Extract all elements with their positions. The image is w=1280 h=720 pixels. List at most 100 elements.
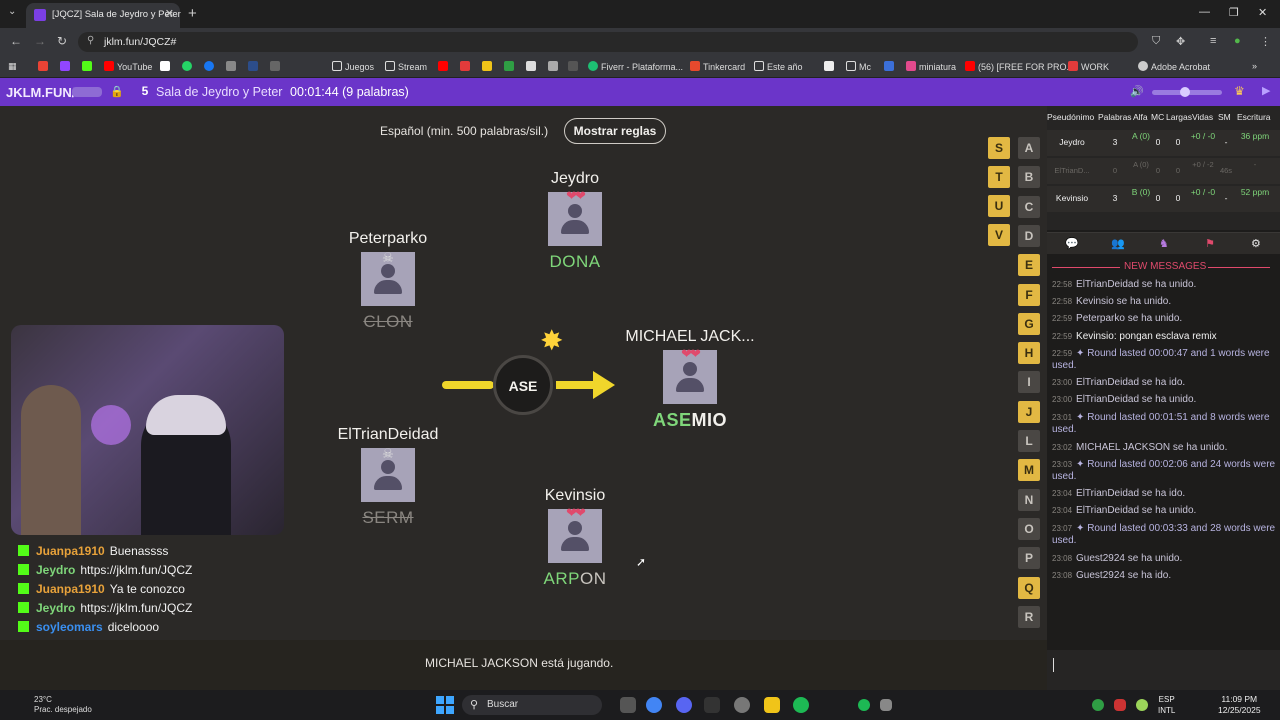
chat-text: Ya te conozco [109, 582, 185, 596]
bookmark-misc3[interactable] [270, 61, 283, 72]
x-icon [160, 61, 170, 71]
close-tab-icon[interactable]: ✕ [165, 7, 174, 20]
bookmark-youtube[interactable]: YouTube [104, 61, 152, 72]
browser-tab-active[interactable]: [JQCZ] Sala de Jeydro y Peter ✕ [26, 3, 181, 28]
task-view-icon[interactable] [620, 697, 636, 713]
bonus-tab-icon[interactable]: ♞ [1159, 237, 1169, 250]
spotify-icon[interactable] [793, 697, 809, 713]
maximize-icon[interactable]: ❐ [1229, 6, 1239, 19]
bookmark-label: WORK [1081, 62, 1109, 72]
url-bar[interactable]: ⚲ jklm.fun/JQCZ# [78, 32, 1138, 52]
profile-icon[interactable]: ● [1234, 35, 1241, 47]
chat-message: Jeydro https://jklm.fun/JQCZ [18, 601, 318, 615]
bonus-letter: R [1018, 605, 1040, 628]
media-icon[interactable]: ≡ [1210, 35, 1216, 47]
scoreboard-header[interactable]: Palabras [1098, 112, 1132, 122]
bookmark-misc2[interactable] [248, 61, 261, 72]
windows-start-icon[interactable] [436, 696, 454, 714]
bookmark-x[interactable] [160, 61, 173, 72]
room-tab-icon[interactable]: ⚑ [1205, 237, 1215, 250]
apps-icon[interactable]: ▦ [8, 61, 17, 72]
discord-icon[interactable] [676, 697, 692, 713]
scoreboard-header[interactable]: Vidas [1192, 112, 1213, 122]
players-tab-icon[interactable]: 👥 [1111, 237, 1125, 250]
crown-icon[interactable]: ♛ [1234, 84, 1245, 98]
taskbar-clock[interactable]: 11:09 PM 12/25/2025 [1218, 694, 1261, 716]
bookmark-kick[interactable] [82, 61, 95, 72]
close-window-icon[interactable]: ✕ [1258, 6, 1267, 19]
tray-spotify-icon[interactable] [858, 699, 870, 711]
bookmark-i[interactable] [884, 61, 897, 72]
scoreboard-header[interactable]: MC [1151, 112, 1164, 122]
mic-icon[interactable] [1136, 699, 1148, 711]
lock-icon[interactable]: 🔒 [110, 85, 124, 98]
volume-icon[interactable]: 🔊 [1130, 85, 1144, 98]
app-icon[interactable] [734, 697, 750, 713]
minimize-icon[interactable]: — [1199, 6, 1210, 18]
weather-desc[interactable]: Prac. despejado [34, 705, 92, 714]
bookmark-yt2[interactable] [438, 61, 451, 72]
reload-icon[interactable]: ↻ [57, 34, 67, 48]
webcam-overlay [11, 325, 284, 535]
bookmark-misc1[interactable] [226, 61, 239, 72]
chat-tab-icon[interactable]: 💬 [1065, 237, 1079, 250]
bookmark-fiverr[interactable]: Fiverr - Plataforma... [588, 61, 683, 72]
more-bookmarks-icon[interactable]: » [1252, 61, 1257, 71]
back-icon[interactable]: ← [10, 34, 22, 48]
tab-search-icon[interactable]: ⌄ [8, 6, 16, 17]
forward-icon[interactable]: → [34, 34, 46, 48]
bookmark-h[interactable] [824, 61, 837, 72]
bookmark-folder-mc[interactable]: Mc [846, 61, 871, 72]
scoreboard-header[interactable]: Alfa [1133, 112, 1148, 122]
bookmark-yt3[interactable]: (56) [FREE FOR PRO... [965, 61, 1074, 72]
input-language[interactable]: ESP INTL [1158, 694, 1175, 716]
shield-icon[interactable]: ⛉ [1152, 35, 1160, 48]
room-chat-text: Kevinsio se ha unido. [1076, 296, 1172, 307]
tray-icon[interactable] [880, 699, 892, 711]
bookmark-folder-stream[interactable]: Stream [385, 61, 427, 72]
bookmark-miniatura[interactable]: miniatura [906, 61, 956, 72]
room-chat-entry: 23:00 ElTrianDeidad se ha unido. [1052, 394, 1278, 406]
bookmark-g[interactable] [568, 61, 581, 72]
play-icon[interactable]: ▶ [1262, 84, 1270, 97]
scoreboard-header[interactable]: Pseudónimo [1047, 112, 1094, 122]
file-explorer-icon[interactable] [764, 697, 780, 713]
bonus-letter: N [1018, 488, 1040, 511]
weather-temp[interactable]: 23°C [34, 695, 52, 704]
bookmark-folder-este-ano[interactable]: Este año [754, 61, 803, 72]
epic-games-icon[interactable] [704, 697, 720, 713]
bookmark-e[interactable] [526, 61, 539, 72]
site-info-icon[interactable]: ⚲ [87, 35, 94, 46]
scoreboard-header[interactable]: Escritura [1237, 112, 1271, 122]
taskbar-search[interactable]: ⚲ Buscar [462, 695, 602, 715]
chrome-icon[interactable] [646, 697, 662, 713]
bookmark-tinkercard[interactable]: Tinkercard [690, 61, 745, 72]
tray-icon[interactable] [1092, 699, 1104, 711]
bookmark-twitch[interactable] [60, 61, 73, 72]
bookmark-acrobat[interactable]: Adobe Acrobat [1138, 61, 1210, 72]
volume-knob[interactable] [1180, 87, 1190, 97]
bookmark-f[interactable] [548, 61, 561, 72]
extensions-icon[interactable]: ✥ [1176, 35, 1185, 48]
bookmark-whatsapp[interactable] [182, 61, 195, 72]
chat-input[interactable] [1047, 650, 1280, 690]
bookmark-d[interactable] [504, 61, 517, 72]
show-rules-button[interactable]: Mostrar reglas [564, 118, 666, 144]
bookmark-folder-juegos[interactable]: Juegos [332, 61, 374, 72]
chrome-menu-icon[interactable]: ⋮ [1260, 35, 1271, 48]
chat-username: Jeydro [36, 563, 76, 577]
address-toolbar: ← → ↻ ⚲ jklm.fun/JQCZ# ⛉ ✥ ≡ ● ⋮ [0, 28, 1280, 56]
player-name: Jeydro [550, 170, 600, 187]
bookmark-gmail[interactable] [38, 61, 51, 72]
tray-icon[interactable] [1114, 699, 1126, 711]
new-tab-icon[interactable]: + [188, 5, 197, 22]
bookmark-facebook[interactable] [204, 61, 217, 72]
scoreboard-header[interactable]: Largas [1166, 112, 1192, 122]
bookmark-c[interactable] [482, 61, 495, 72]
fiverr-icon [588, 61, 598, 71]
scoreboard-header[interactable]: SM [1218, 112, 1231, 122]
bookmark-b[interactable] [460, 61, 473, 72]
bookmark-work[interactable]: WORK [1068, 61, 1109, 72]
site-brand[interactable]: JKLM.FUN/ [6, 85, 75, 100]
settings-tab-icon[interactable]: ⚙ [1251, 237, 1261, 250]
